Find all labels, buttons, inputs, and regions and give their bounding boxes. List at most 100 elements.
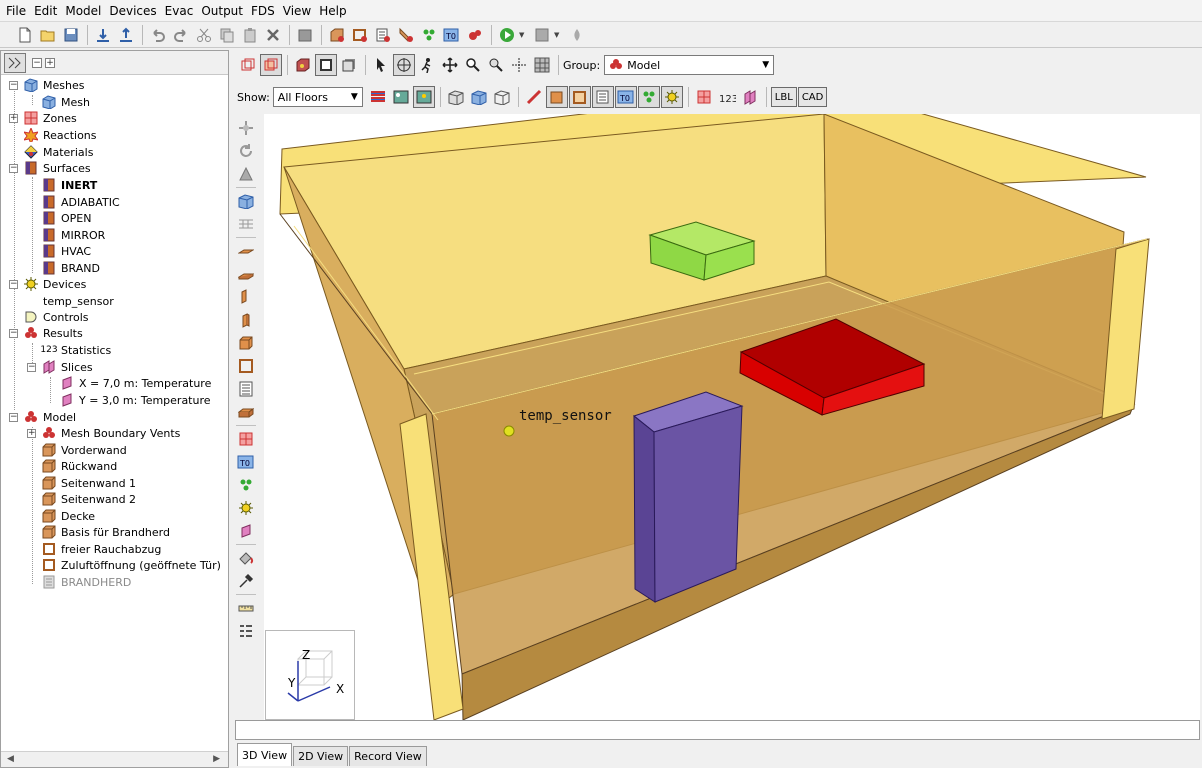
tree-node-surface[interactable]: ADIABATIC [41, 194, 120, 210]
show-mesh-outline-icon[interactable] [491, 86, 513, 108]
show-obstructions-icon[interactable] [545, 86, 568, 108]
new-particle-icon[interactable] [418, 24, 440, 46]
tree-node-hole[interactable]: freier Rauchabzug [41, 541, 161, 557]
show-holes-icon[interactable] [568, 86, 591, 108]
menu-view[interactable]: View [279, 1, 315, 21]
show-statistics-icon[interactable]: 123 [716, 86, 738, 108]
tree-node-surface[interactable]: BRAND [41, 260, 100, 276]
import-button[interactable] [92, 24, 114, 46]
draw-slice-icon[interactable] [235, 520, 257, 542]
3d-viewport[interactable]: temp_sensor [264, 85, 1200, 721]
results-dropdown-icon[interactable]: ▼ [554, 31, 562, 39]
menu-help[interactable]: Help [315, 1, 350, 21]
paint-icon[interactable] [235, 547, 257, 569]
redo-button[interactable] [170, 24, 192, 46]
tree-node-results[interactable]: Results [23, 325, 83, 341]
tree-node-obstruction[interactable]: Basis für Brandherd [41, 524, 170, 540]
tree-node-obstruction[interactable]: Decke [41, 508, 95, 524]
view-textured-icon[interactable] [292, 54, 314, 76]
show-init-icon[interactable]: T0 [614, 86, 637, 108]
tree-node-devices[interactable]: Devices [23, 276, 86, 292]
tree-node-controls[interactable]: Controls [23, 309, 89, 325]
expand-surfaces-toggle[interactable]: − [9, 164, 18, 173]
show-mesh-grid-icon[interactable] [468, 86, 490, 108]
tree-node-slice[interactable]: Y = 3,0 m: Temperature [59, 392, 211, 408]
draw-slab-2-icon[interactable] [235, 263, 257, 285]
tree-node-obstruction[interactable]: Rückwand [41, 458, 117, 474]
tree-node-model[interactable]: Model [23, 409, 76, 425]
results-icon[interactable] [531, 24, 553, 46]
new-vent-icon[interactable] [372, 24, 394, 46]
show-devices-icon[interactable] [660, 86, 683, 108]
show-zones-icon[interactable] [693, 86, 715, 108]
tree-node-surface[interactable]: HVAC [41, 243, 91, 259]
new-file-button[interactable] [14, 24, 36, 46]
group-select[interactable]: Model ▼ [604, 55, 775, 75]
show-particles-icon[interactable] [637, 86, 660, 108]
rotate-icon[interactable] [235, 140, 257, 162]
command-input[interactable] [235, 720, 1200, 740]
menu-devices[interactable]: Devices [105, 1, 160, 21]
save-button[interactable] [60, 24, 82, 46]
delete-icon[interactable] [262, 24, 284, 46]
paste-icon[interactable] [239, 24, 261, 46]
draw-hole-icon[interactable] [235, 355, 257, 377]
tree-node-surfaces[interactable]: Surfaces [23, 160, 91, 176]
show-vents-icon[interactable] [591, 86, 614, 108]
draw-mesh-icon[interactable] [235, 190, 257, 212]
collapse-all-icon[interactable]: + [45, 57, 55, 68]
expand-devices-toggle[interactable]: − [9, 280, 18, 289]
draw-particles-icon[interactable] [235, 474, 257, 496]
view-solid-icon[interactable] [237, 54, 259, 76]
copy-icon[interactable] [216, 24, 238, 46]
draw-init-icon[interactable]: T0 [235, 451, 257, 473]
draw-wall-2-icon[interactable] [235, 309, 257, 331]
reset-view-icon[interactable] [235, 163, 257, 185]
scroll-right-icon[interactable]: ▶ [213, 754, 220, 764]
floor-colors-icon[interactable] [367, 86, 389, 108]
tree-node-meshes[interactable]: Meshes [23, 77, 84, 93]
tree-node-obstruction[interactable]: Seitenwand 1 [41, 475, 136, 491]
draw-wall-icon[interactable] [235, 286, 257, 308]
scroll-left-icon[interactable]: ◀ [7, 754, 14, 764]
expand-zones-toggle[interactable]: + [9, 114, 18, 123]
open-folder-button[interactable] [37, 24, 59, 46]
show-slices-icon[interactable] [739, 86, 761, 108]
tree-node-surface[interactable]: MIRROR [41, 227, 105, 243]
new-surface-icon[interactable] [395, 24, 417, 46]
fit-view-icon[interactable] [508, 54, 530, 76]
expand-vents-toggle[interactable]: + [27, 429, 36, 438]
tree-node-hole[interactable]: Zuluftöffnung (geöffnete Tür) [41, 557, 221, 573]
grid-tool-icon[interactable] [531, 54, 553, 76]
tree-node-obstruction[interactable]: Seitenwand 2 [41, 491, 136, 507]
background-image-icon[interactable] [390, 86, 412, 108]
view-smooth-icon[interactable] [315, 54, 337, 76]
expand-results-toggle[interactable]: − [9, 329, 18, 338]
walk-tool-icon[interactable] [416, 54, 438, 76]
navigate-tool-icon[interactable] [393, 54, 415, 76]
menu-edit[interactable]: Edit [30, 1, 61, 21]
eyedropper-icon[interactable] [235, 570, 257, 592]
run-dropdown-icon[interactable]: ▼ [519, 31, 527, 39]
draw-room-icon[interactable] [235, 401, 257, 423]
expand-meshes-toggle[interactable]: − [9, 81, 18, 90]
zoom-box-tool-icon[interactable] [485, 54, 507, 76]
show-labels-button[interactable]: LBL [770, 87, 797, 107]
tree-horizontal-scrollbar[interactable]: ◀ ▶ [1, 751, 228, 767]
show-meshes-icon[interactable] [445, 86, 467, 108]
tree-node-surface[interactable]: INERT [41, 177, 97, 193]
draw-vent-icon[interactable] [235, 378, 257, 400]
menu-file[interactable]: File [2, 1, 30, 21]
tree-node-slice[interactable]: X = 7,0 m: Temperature [59, 375, 211, 391]
temp-sensor-marker[interactable] [503, 425, 515, 437]
tree-node-materials[interactable]: Materials [23, 144, 93, 160]
zoom-tool-icon[interactable] [462, 54, 484, 76]
tree-node-mesh[interactable]: Mesh [41, 94, 90, 110]
draw-zone-icon[interactable] [235, 428, 257, 450]
tab-3d-view[interactable]: 3D View [237, 743, 293, 766]
tree-node-zones[interactable]: Zones [23, 110, 77, 126]
menu-output[interactable]: Output [197, 1, 247, 21]
expand-slices-toggle[interactable]: − [27, 363, 36, 372]
tab-record-view[interactable]: Record View [349, 746, 427, 766]
show-cad-button[interactable]: CAD [797, 87, 828, 107]
